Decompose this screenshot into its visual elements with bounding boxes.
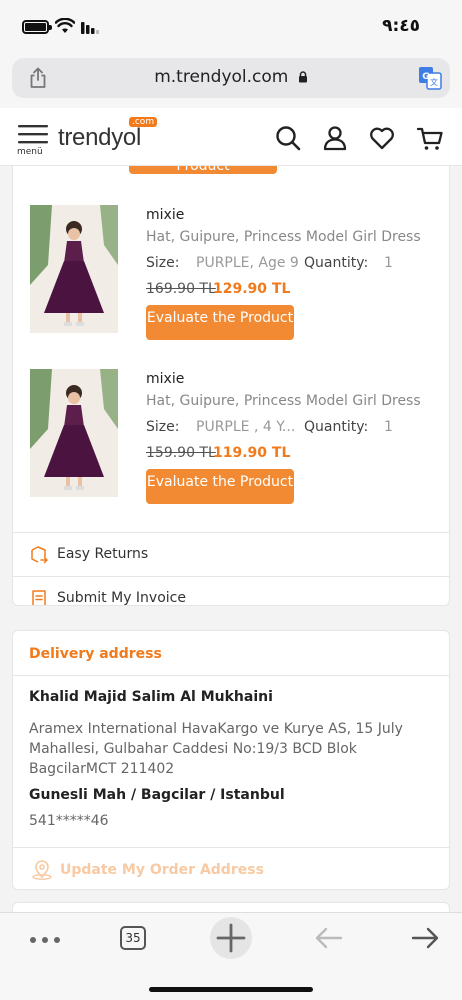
product-item: mixie Hat, Guipure, Princess Model Girl … xyxy=(30,369,449,509)
delivery-address-title: Delivery address xyxy=(29,646,162,662)
quantity-label: Quantity: xyxy=(304,255,369,271)
sale-price: 119.90 TL xyxy=(213,445,291,461)
evaluate-product-button[interactable]: Evaluate the Product xyxy=(146,305,294,340)
evaluate-button-label: Evaluate the Product xyxy=(146,474,294,490)
old-price: 159.90 TL xyxy=(146,445,216,461)
size-value: PURPLE, Age 9 xyxy=(196,255,299,271)
signal-icon xyxy=(81,22,99,34)
new-tab-button[interactable] xyxy=(210,917,252,959)
update-address-button[interactable]: Update My Order Address xyxy=(13,847,449,889)
submit-invoice-label: Submit My Invoice xyxy=(57,590,186,606)
back-arrow-icon[interactable] xyxy=(314,925,344,951)
evaluate-product-button[interactable]: Evaluate the Product xyxy=(146,469,294,504)
easy-returns-label: Easy Returns xyxy=(57,546,149,562)
evaluate-button-label: Evaluate the Product xyxy=(146,310,294,326)
more-dots-icon[interactable] xyxy=(29,935,61,945)
product-name[interactable]: Hat, Guipure, Princess Model Girl Dress xyxy=(146,393,421,409)
return-box-icon xyxy=(31,546,48,564)
browser-address-area: m.trendyol.com G 文 xyxy=(0,50,462,108)
product-name[interactable]: Hat, Guipure, Princess Model Girl Dress xyxy=(146,229,421,245)
order-items-card: Product mixie Hat, Guipure, Princess Mod… xyxy=(12,166,450,606)
hamburger-menu-icon[interactable] xyxy=(18,124,48,146)
old-price: 169.90 TL xyxy=(146,281,216,297)
forward-arrow-icon[interactable] xyxy=(410,925,440,951)
home-indicator xyxy=(149,987,313,992)
address-bar[interactable]: m.trendyol.com G 文 xyxy=(12,58,450,98)
location-edit-icon xyxy=(32,860,52,880)
easy-returns-row[interactable]: Easy Returns xyxy=(13,532,449,576)
translate-icon[interactable]: G 文 xyxy=(418,66,442,90)
browser-toolbar: 35 xyxy=(0,912,462,1000)
trendyol-logo[interactable]: trendyol xyxy=(58,124,141,152)
battery-icon xyxy=(22,20,52,34)
site-header: menü trendyol .com xyxy=(0,108,462,166)
url-label: m.trendyol.com xyxy=(154,67,289,87)
product-brand: mixie xyxy=(146,207,185,223)
favorites-heart-icon[interactable] xyxy=(368,124,396,152)
plus-icon xyxy=(216,923,246,953)
lock-icon xyxy=(298,71,307,83)
address-text: Aramex International HavaKargo ve Kurye … xyxy=(29,721,403,777)
size-value: PURPLE , 4 Y... xyxy=(196,419,296,435)
logo-com-badge: .com xyxy=(129,117,158,127)
status-bar: ٩:٤٥ xyxy=(0,0,462,50)
sale-price: 129.90 TL xyxy=(213,281,291,297)
delivery-address-card: Delivery address Khalid Majid Salim Al M… xyxy=(12,630,450,890)
cart-icon[interactable] xyxy=(416,124,444,152)
svg-text:文: 文 xyxy=(430,77,438,87)
invoice-icon xyxy=(32,590,46,605)
search-icon[interactable] xyxy=(274,124,302,152)
product-thumbnail[interactable] xyxy=(30,205,118,333)
size-label: Size: xyxy=(146,255,180,271)
quantity-value: 1 xyxy=(384,419,393,435)
account-icon[interactable] xyxy=(321,124,349,152)
product-item: mixie Hat, Guipure, Princess Model Girl … xyxy=(30,205,449,345)
product-thumbnail[interactable] xyxy=(30,369,118,497)
submit-invoice-row[interactable]: Submit My Invoice xyxy=(13,576,449,606)
recipient-name: Khalid Majid Salim Al Mukhaini xyxy=(29,689,273,705)
evaluate-product-button-partial[interactable]: Product xyxy=(129,166,277,174)
girl-dress-image xyxy=(30,205,118,333)
svg-text:G: G xyxy=(422,72,429,82)
address-city: Gunesli Mah / Bagcilar / Istanbul xyxy=(29,787,285,803)
wifi-icon xyxy=(55,18,75,33)
tabs-button[interactable]: 35 xyxy=(120,926,146,950)
quantity-value: 1 xyxy=(384,255,393,271)
evaluate-button-label: Product xyxy=(176,166,230,174)
update-address-label: Update My Order Address xyxy=(60,862,264,878)
url-text[interactable]: m.trendyol.com xyxy=(12,67,450,87)
size-label: Size: xyxy=(146,419,180,435)
menu-label[interactable]: menü xyxy=(17,147,43,157)
clock-time: ٩:٤٥ xyxy=(382,16,420,36)
girl-dress-image xyxy=(30,369,118,497)
divider xyxy=(13,675,449,676)
product-brand: mixie xyxy=(146,371,185,387)
quantity-label: Quantity: xyxy=(304,419,369,435)
phone-number: 541*****46 xyxy=(29,813,109,829)
